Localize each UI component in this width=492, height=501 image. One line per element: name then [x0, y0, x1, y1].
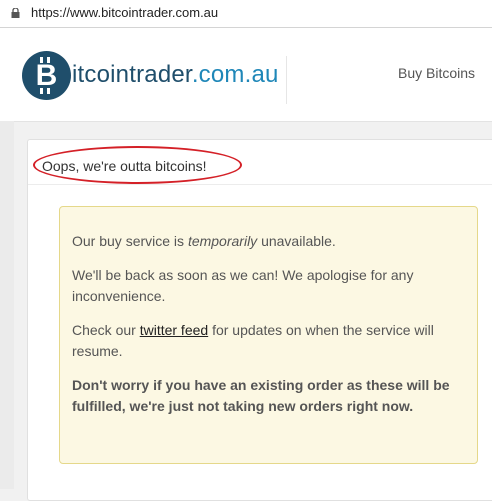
twitter-feed-link[interactable]: twitter feed [140, 322, 208, 338]
lock-icon [11, 8, 20, 18]
site-logo-text[interactable]: itcointrader.com.au [72, 61, 279, 89]
highlight-circle-annotation [33, 146, 242, 184]
nav-buy-bitcoins[interactable]: Buy Bitcoins [398, 65, 475, 81]
notice-line-3: Check our twitter feed for updates on wh… [72, 320, 465, 362]
bitcoin-logo-icon[interactable]: B [22, 51, 71, 100]
notice-box: Our buy service is temporarily unavailab… [59, 206, 478, 464]
line3-pre: Check our [72, 322, 140, 338]
line1-pre: Our buy service is [72, 233, 188, 249]
logo-name: itcointrader [72, 61, 192, 88]
header-divider [286, 56, 287, 104]
page-gutter [0, 121, 14, 489]
address-url[interactable]: https://www.bitcointrader.com.au [31, 5, 218, 20]
site-header: B itcointrader.com.au Buy Bitcoins [0, 28, 492, 122]
line1-em: temporarily [187, 233, 258, 249]
browser-address-bar[interactable]: https://www.bitcointrader.com.au [0, 0, 492, 28]
notice-line-4: Don't worry if you have an existing orde… [72, 377, 450, 414]
notice-line-1: Our buy service is temporarily unavailab… [72, 231, 465, 252]
svg-text:B: B [36, 59, 58, 92]
logo-domain: .com.au [191, 61, 279, 88]
notice-line-2: We'll be back as soon as we can! We apol… [72, 267, 414, 304]
line1-post: unavailable. [257, 233, 336, 249]
